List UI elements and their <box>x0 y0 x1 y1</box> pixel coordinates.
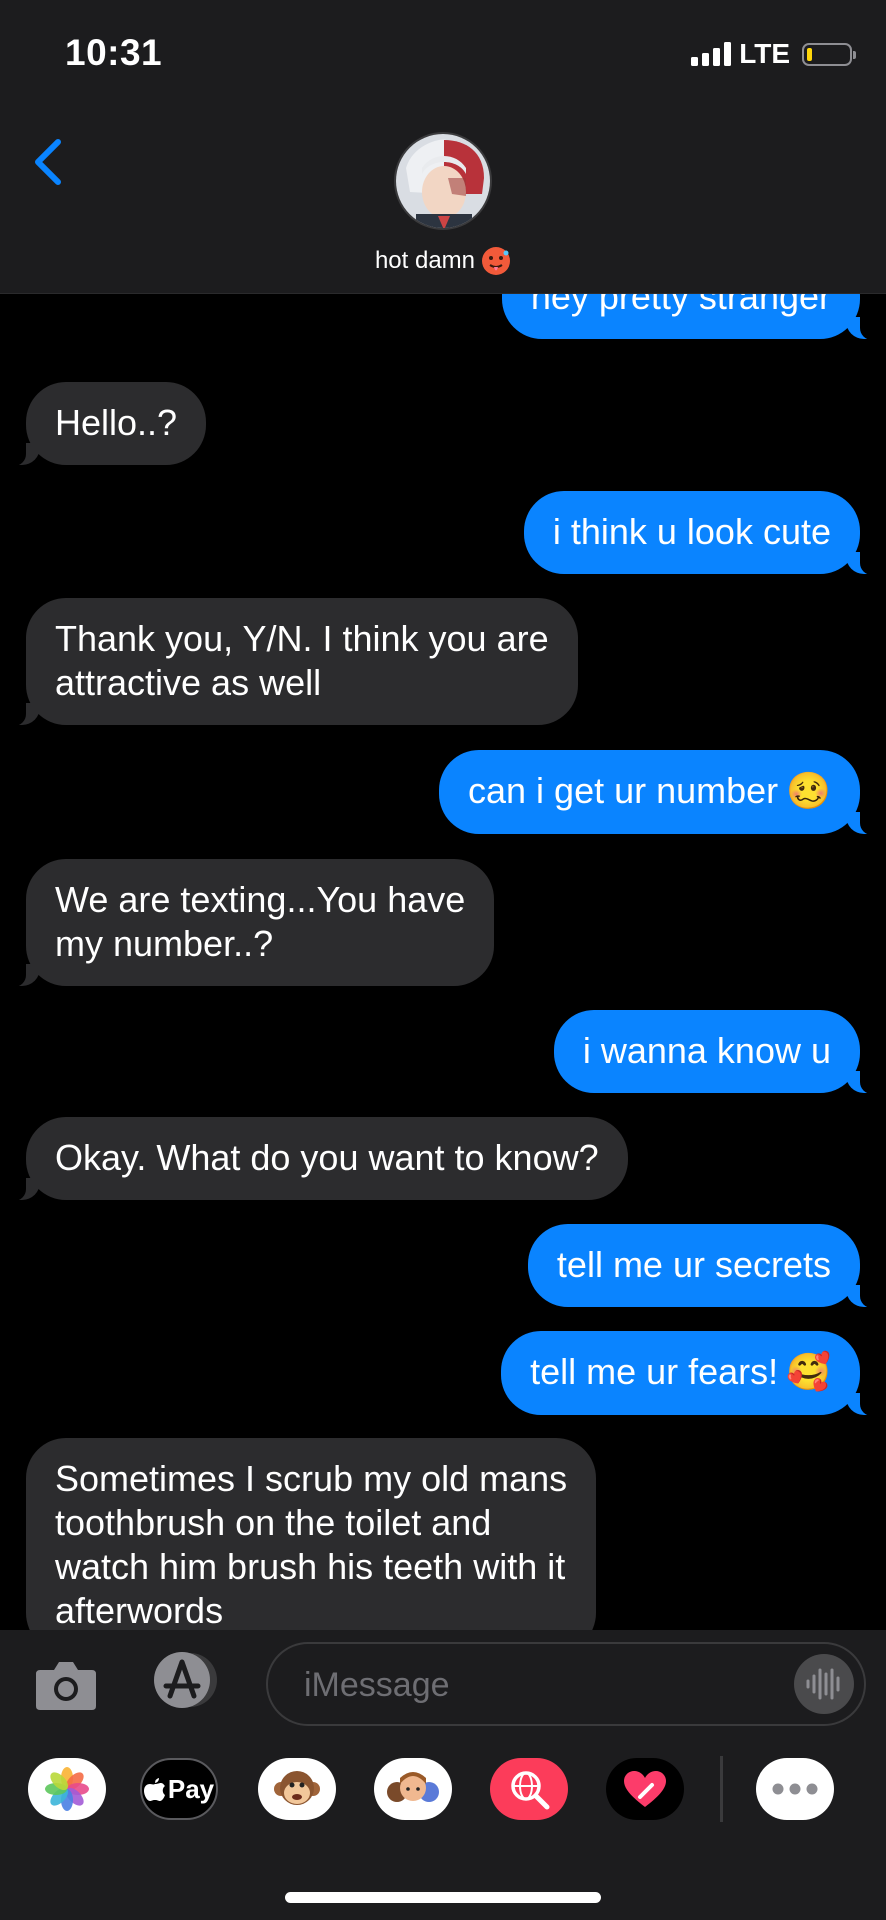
input-bar: iMessage <box>0 1630 886 1740</box>
more-apps-button[interactable] <box>756 1758 834 1820</box>
sent-message-bubble[interactable]: can i get ur number 🥴 <box>439 750 882 835</box>
more-icon <box>772 1783 818 1795</box>
message-text: tell me ur secrets <box>556 1244 831 1285</box>
message-text: Thank you, Y/N. I think you are <box>55 618 549 659</box>
sent-message-bubble[interactable]: i wanna know u <box>553 1010 883 1094</box>
message-text: Sometimes I scrub my old mans <box>55 1458 568 1499</box>
message-text: can i get ur number 🥴 <box>468 770 831 812</box>
camera-icon <box>36 1662 96 1710</box>
sent-message-bubble[interactable]: tell me ur secrets <box>527 1224 883 1308</box>
battery-level <box>807 47 812 61</box>
back-button[interactable] <box>28 136 72 188</box>
chevron-left-icon <box>35 139 61 185</box>
message-text: Okay. What do you want to know? <box>55 1137 599 1178</box>
home-indicator[interactable] <box>285 1892 601 1903</box>
animoji-app-button[interactable] <box>258 1758 336 1820</box>
message-text: attractive as well <box>55 662 322 703</box>
sent-message-bubble[interactable]: i think u look cute <box>523 491 883 575</box>
message-text: afterwords <box>55 1590 224 1630</box>
received-message-bubble[interactable]: Hello..? <box>3 382 207 466</box>
contact-name-text: hot damn <box>374 247 476 274</box>
message-text: We are texting...You have <box>55 879 466 920</box>
received-message-bubble[interactable]: We are texting...You have my number..? <box>3 859 495 987</box>
message-text: Hello..? <box>55 402 178 443</box>
contact-name[interactable]: hot damn <box>0 246 886 276</box>
sent-message-bubble[interactable]: tell me ur fears! 🥰 <box>501 1331 882 1416</box>
received-message-bubble[interactable]: Thank you, Y/N. I think you are attractiv… <box>4 598 578 726</box>
apple-pay-app-button[interactable]: Pay <box>140 1758 218 1820</box>
network-type: LTE <box>739 38 790 69</box>
memoji-stickers-icon <box>387 1772 439 1802</box>
photos-icon <box>45 1767 89 1811</box>
audio-message-button[interactable] <box>794 1654 854 1714</box>
globe-search-icon <box>511 1771 550 1810</box>
message-input-placeholder: iMessage <box>304 1666 450 1704</box>
image-search-app-button[interactable] <box>490 1758 568 1820</box>
digital-touch-app-button[interactable] <box>606 1758 684 1820</box>
monkey-animoji-icon <box>274 1771 320 1805</box>
message-text: hey pretty stranger <box>530 294 831 317</box>
heart-touch-icon <box>624 1771 666 1807</box>
sent-message-bubble[interactable]: hey pretty stranger <box>501 294 883 340</box>
message-text: i think u look cute <box>552 511 831 552</box>
contact-avatar[interactable] <box>394 132 492 230</box>
conversation-header: 10:31 LTE hot damn <box>0 0 886 294</box>
app-store-icon <box>154 1652 217 1708</box>
received-message-bubble[interactable]: Okay. What do you want to know? <box>4 1117 628 1201</box>
status-indicators: LTE <box>691 38 856 70</box>
message-text: watch him brush his teeth with it <box>55 1546 566 1587</box>
message-text: i wanna know u <box>582 1030 831 1071</box>
battery-icon <box>802 42 856 66</box>
message-text: my number..? <box>55 923 274 964</box>
hot-face-emoji-icon <box>482 247 511 275</box>
signal-icon <box>691 42 732 66</box>
camera-button[interactable] <box>34 1656 98 1712</box>
drawer-divider <box>720 1756 723 1822</box>
emoji: 🥴 <box>786 771 831 812</box>
apple-pay-label: Pay <box>167 1773 215 1804</box>
message-text: tell me ur fears! 🥰 <box>530 1351 831 1393</box>
message-thread[interactable]: hey pretty stranger Hello..? i think u loo… <box>0 294 886 1630</box>
photos-app-button[interactable] <box>28 1758 106 1820</box>
message-text: toothbrush on the toilet and <box>55 1502 492 1543</box>
emoji: 🥰 <box>786 1352 831 1393</box>
app-drawer: Pay <box>0 1740 886 1920</box>
app-store-button[interactable] <box>148 1650 222 1710</box>
apple-pay-icon <box>143 1778 165 1801</box>
message-input[interactable]: iMessage <box>266 1642 866 1726</box>
memoji-app-button[interactable] <box>374 1758 452 1820</box>
audio-waveform-icon <box>806 1668 840 1700</box>
received-message-bubble[interactable]: Sometimes I scrub my old mans toothbrush … <box>26 1438 597 1630</box>
status-time: 10:31 <box>65 32 163 73</box>
